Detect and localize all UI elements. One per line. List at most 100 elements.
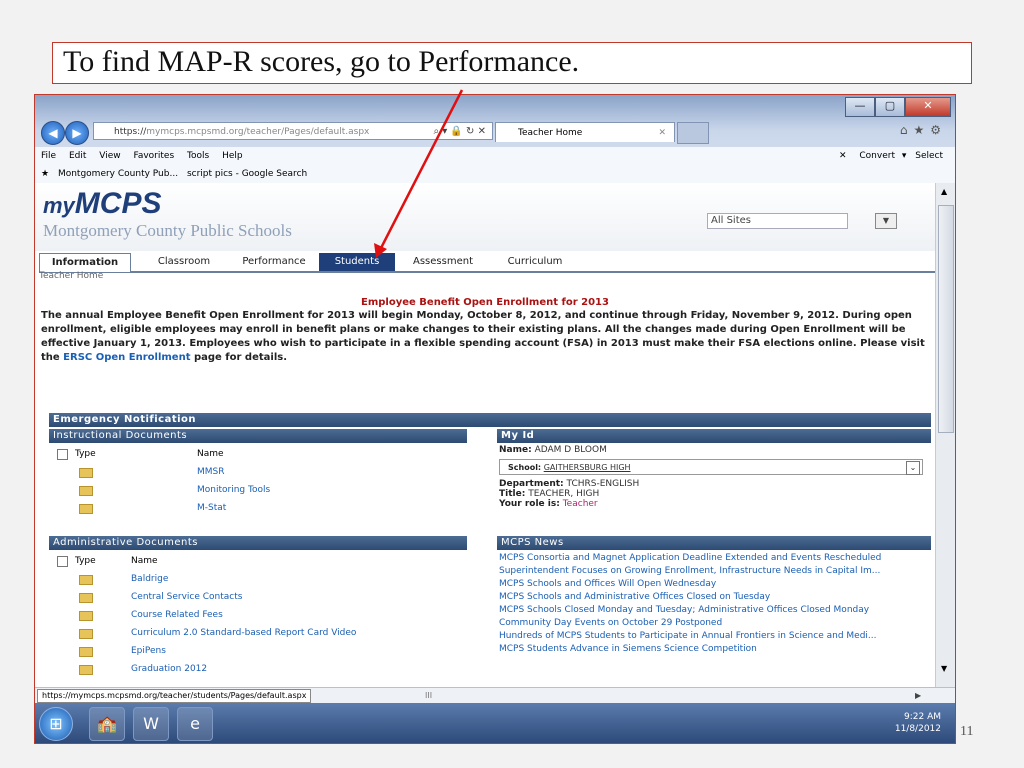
forward-icon[interactable]: ▶ (65, 121, 89, 145)
url-tools-icons[interactable]: ⌕ ▾ 🔒 ↻ ✕ (433, 123, 486, 141)
news-item[interactable]: MCPS Schools Closed Monday and Tuesday; … (499, 604, 931, 616)
browser-tab[interactable]: Teacher Home ✕ (495, 122, 675, 142)
favorite-mcps[interactable]: Montgomery County Pub... (58, 169, 178, 179)
school-select[interactable]: School: GAITHERSBURG HIGH ⌄ (499, 459, 923, 475)
news-item[interactable]: Superintendent Focuses on Growing Enroll… (499, 565, 931, 577)
tab-students[interactable]: Students (319, 253, 395, 271)
back-icon[interactable]: ◀ (41, 121, 65, 145)
menu-edit[interactable]: Edit (69, 151, 86, 161)
vertical-scrollbar[interactable]: ▲ ▼ (935, 183, 955, 687)
minimize-button[interactable]: — (845, 97, 875, 117)
scroll-thumb[interactable] (938, 205, 954, 433)
start-button[interactable]: ⊞ (39, 707, 73, 741)
slide-title: To find MAP-R scores, go to Performance. (63, 45, 580, 78)
tab-classroom[interactable]: Classroom (139, 253, 229, 271)
instructional-list: Type Name MMSR Monitoring Tools M-Stat (49, 445, 467, 517)
doc-link[interactable]: Graduation 2012 (131, 660, 207, 678)
tab-assessment[interactable]: Assessment (401, 253, 485, 271)
internet-explorer-icon[interactable]: e (177, 707, 213, 741)
convert-button[interactable]: Convert (859, 151, 895, 161)
emergency-header: Emergency Notification (49, 413, 931, 427)
tab-close-icon[interactable]: ✕ (658, 123, 666, 143)
list-item: M-Stat (49, 499, 467, 517)
site-select[interactable]: All Sites ▼ (707, 213, 897, 229)
menu-help[interactable]: Help (222, 151, 243, 161)
folder-icon (79, 629, 93, 639)
menu-bar: File Edit View Favorites Tools Help ✕ Co… (35, 147, 955, 165)
tab-performance[interactable]: Performance (229, 253, 319, 271)
url-host: mymcps.mcpsmd.org (146, 127, 244, 137)
site-select-value: All Sites (711, 215, 751, 226)
address-bar: ◀ ▶ https://mymcps.mcpsmd.org/teacher/Pa… (41, 121, 493, 145)
tab-curriculum[interactable]: Curriculum (495, 253, 575, 271)
logo-prefix: my (43, 193, 75, 218)
school-app-icon[interactable]: 🏫 (89, 707, 125, 741)
taskbar: ⊞ 🏫 W e 9:22 AM 11/8/2012 (35, 703, 955, 743)
favorite-google[interactable]: script pics - Google Search (187, 169, 307, 179)
new-tab-button[interactable] (677, 122, 709, 144)
favorites-bar: ★ Montgomery County Pub... script pics -… (35, 165, 955, 184)
list-item: Central Service Contacts (49, 588, 467, 606)
administrative-header: Administrative Documents (49, 536, 467, 550)
select-all-checkbox[interactable] (57, 556, 68, 567)
menu-view[interactable]: View (99, 151, 120, 161)
close-button[interactable]: ✕ (905, 97, 951, 117)
ersc-link[interactable]: ERSC Open Enrollment (63, 352, 190, 363)
logo-subtitle: Montgomery County Public Schools (43, 221, 292, 240)
maximize-button[interactable]: ▢ (875, 97, 905, 117)
tab-title: Teacher Home (518, 128, 583, 138)
myid-header: My Id (497, 429, 931, 443)
scroll-right-icon[interactable]: ▶ (915, 688, 921, 704)
logo-main: MCPS (74, 187, 162, 220)
news-item[interactable]: Community Day Events on October 29 Postp… (499, 617, 931, 629)
system-clock[interactable]: 9:22 AM 11/8/2012 (895, 711, 941, 735)
close-toolbar-icon[interactable]: ✕ (839, 151, 847, 161)
browser-tools-icons[interactable]: ⌂★⚙ (900, 123, 947, 137)
word-icon[interactable]: W (133, 707, 169, 741)
col-type: Type (75, 556, 96, 566)
select-all-checkbox[interactable] (57, 449, 68, 460)
screenshot-frame: — ▢ ✕ ◀ ▶ https://mymcps.mcpsmd.org/teac… (34, 94, 956, 744)
hscroll-thumb[interactable]: III (425, 688, 432, 704)
favorites-star-icon[interactable]: ★ (41, 169, 49, 179)
news-item[interactable]: MCPS Schools and Administrative Offices … (499, 591, 931, 603)
news-item[interactable]: MCPS Consortia and Magnet Application De… (499, 552, 931, 564)
tab-information[interactable]: Information (39, 253, 131, 272)
scroll-up-icon[interactable]: ▲ (941, 187, 947, 196)
doc-link[interactable]: Monitoring Tools (197, 481, 270, 499)
doc-link[interactable]: EpiPens (131, 642, 166, 660)
notice-tail: page for details. (193, 352, 288, 363)
select-button[interactable]: Select (915, 151, 943, 161)
menu-favorites[interactable]: Favorites (133, 151, 174, 161)
doc-link[interactable]: Course Related Fees (131, 606, 223, 624)
scroll-down-icon[interactable]: ▼ (941, 664, 947, 673)
list-item: Course Related Fees (49, 606, 467, 624)
doc-link[interactable]: Baldrige (131, 570, 168, 588)
menu-tools[interactable]: Tools (187, 151, 209, 161)
chevron-down-icon[interactable]: ▼ (875, 213, 897, 229)
site-logo[interactable]: myMCPS (43, 187, 161, 221)
news-item[interactable]: MCPS Schools and Offices Will Open Wedne… (499, 578, 931, 590)
site-header: myMCPS Montgomery County Public Schools … (35, 183, 935, 251)
instructional-header: Instructional Documents (49, 429, 467, 443)
news-item[interactable]: MCPS Students Advance in Siemens Science… (499, 643, 931, 655)
doc-link[interactable]: M-Stat (197, 499, 226, 517)
role-label: Your role is: (499, 499, 560, 509)
url-input[interactable]: https://mymcps.mcpsmd.org/teacher/Pages/… (93, 122, 493, 140)
menu-file[interactable]: File (41, 151, 56, 161)
dept-label: Department: (499, 479, 564, 489)
menu-right: ✕ Convert ▾ Select (838, 151, 943, 161)
role-value: Teacher (562, 499, 598, 509)
doc-link[interactable]: Central Service Contacts (131, 588, 242, 606)
breadcrumb[interactable]: Teacher Home (39, 271, 103, 281)
folder-icon (79, 593, 93, 603)
doc-link[interactable]: MMSR (197, 463, 225, 481)
school-label: School: (508, 463, 542, 472)
doc-link[interactable]: Curriculum 2.0 Standard-based Report Car… (131, 624, 356, 642)
chevron-down-icon[interactable]: ⌄ (906, 461, 920, 475)
news-item[interactable]: Hundreds of MCPS Students to Participate… (499, 630, 931, 642)
list-header-row: Type Name (49, 445, 467, 463)
folder-icon (79, 468, 93, 478)
list-item: Graduation 2012 (49, 660, 467, 678)
col-name: Name (197, 449, 224, 459)
